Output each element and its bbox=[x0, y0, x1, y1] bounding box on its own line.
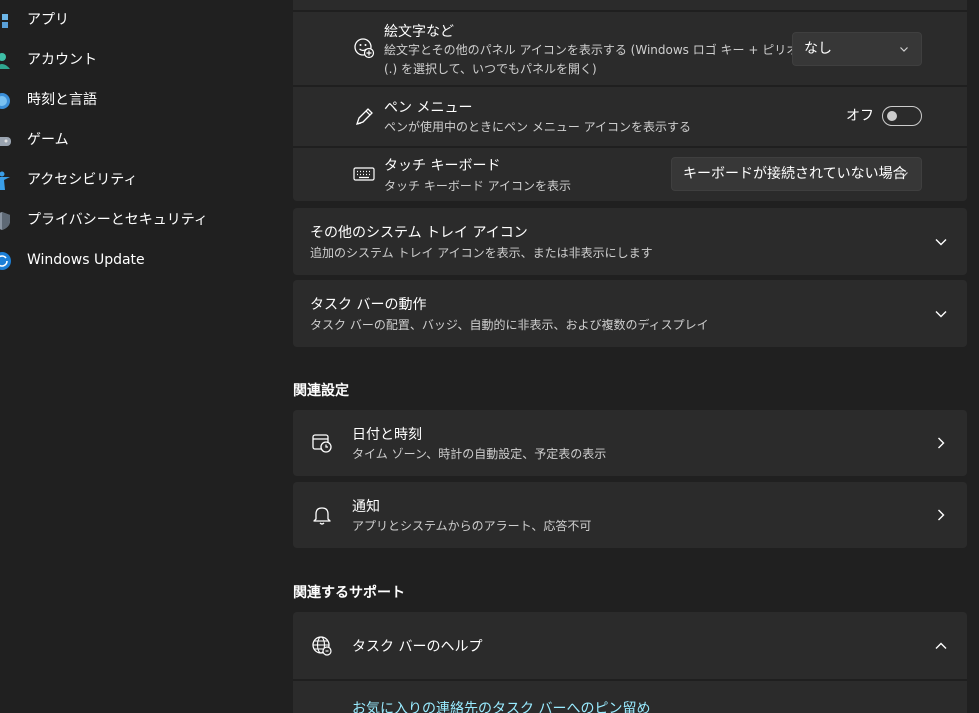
shield-icon bbox=[0, 212, 10, 230]
sidebar-item-label: アカウント bbox=[27, 52, 97, 68]
pen-icon bbox=[355, 108, 373, 126]
chevron-down-icon[interactable] bbox=[934, 235, 948, 249]
taskbar-behaviors-card[interactable]: タスク バーの動作 タスク バーの配置、バッジ、自動的に非表示、および複数のディ… bbox=[293, 280, 967, 347]
settings-window: アプリ アカウント 時刻と言語 ゲーム アクセシビリティ プライバシーとセキュリ… bbox=[0, 0, 979, 713]
sidebar-item-label: Windows Update bbox=[27, 252, 145, 268]
globe-icon bbox=[312, 636, 332, 656]
notifications-link-card[interactable]: 通知 アプリとシステムからのアラート、応答不可 bbox=[293, 482, 967, 548]
date-time-link-card[interactable]: 日付と時刻 タイム ゾーン、時計の自動設定、予定表の表示 bbox=[293, 410, 967, 476]
emoji-dropdown-value: なし bbox=[804, 41, 832, 57]
expanded-panel-top bbox=[293, 0, 967, 10]
date-time-desc: タイム ゾーン、時計の自動設定、予定表の表示 bbox=[352, 447, 607, 461]
other-tray-icons-card[interactable]: その他のシステム トレイ アイコン 追加のシステム トレイ アイコンを表示、また… bbox=[293, 208, 967, 275]
chevron-down-icon[interactable] bbox=[934, 307, 948, 321]
windows-update-icon bbox=[0, 252, 11, 270]
taskbar-behavior-desc: タスク バーの配置、バッジ、自動的に非表示、および複数のディスプレイ bbox=[310, 318, 709, 332]
chevron-right-icon bbox=[938, 509, 945, 521]
pen-menu-title: ペン メニュー bbox=[384, 100, 473, 116]
gaming-icon bbox=[0, 137, 11, 146]
chevron-up-icon[interactable] bbox=[934, 639, 948, 653]
sidebar-item-label: プライバシーとセキュリティ bbox=[27, 212, 208, 228]
accessibility-icon bbox=[0, 171, 10, 190]
apps-icon bbox=[2, 14, 8, 28]
touch-keyboard-desc: タッチ キーボード アイコンを表示 bbox=[384, 179, 572, 193]
sidebar-item-label: アクセシビリティ bbox=[27, 172, 138, 188]
sidebar-item-label: アプリ bbox=[27, 12, 69, 28]
sidebar-item-windows-update[interactable]: Windows Update bbox=[0, 242, 280, 278]
keyboard-icon bbox=[353, 167, 375, 181]
related-settings-heading: 関連設定 bbox=[293, 383, 349, 399]
touch-keyboard-setting-row: タッチ キーボード タッチ キーボード アイコンを表示 キーボードが接続されてい… bbox=[293, 148, 967, 201]
sidebar-item-accessibility[interactable]: アクセシビリティ bbox=[0, 162, 280, 198]
notifications-title: 通知 bbox=[352, 499, 380, 515]
taskbar-help-expander[interactable]: タスク バーのヘルプ bbox=[293, 612, 967, 679]
sidebar: アプリ アカウント 時刻と言語 ゲーム アクセシビリティ プライバシーとセキュリ… bbox=[0, 0, 285, 713]
pin-contacts-help-link[interactable]: お気に入りの連絡先のタスク バーへのピン留め bbox=[352, 700, 650, 713]
pen-menu-desc: ペンが使用中のときにペン メニュー アイコンを表示する bbox=[384, 120, 692, 134]
pen-menu-toggle-label: オフ bbox=[846, 108, 874, 124]
pen-menu-toggle[interactable] bbox=[882, 106, 922, 126]
emoji-desc-line2: (.) を選択して、いつでもパネルを開く) bbox=[384, 62, 597, 76]
sidebar-item-privacy-security[interactable]: プライバシーとセキュリティ bbox=[0, 202, 280, 238]
other-tray-title: その他のシステム トレイ アイコン bbox=[310, 225, 528, 241]
calendar-clock-icon bbox=[312, 434, 332, 453]
related-support-heading: 関連するサポート bbox=[293, 585, 405, 601]
emoji-title: 絵文字など bbox=[384, 24, 454, 40]
chevron-down-icon bbox=[900, 172, 908, 177]
touch-keyboard-title: タッチ キーボード bbox=[384, 158, 501, 174]
time-language-icon bbox=[0, 93, 10, 109]
sidebar-item-apps[interactable]: アプリ bbox=[0, 2, 280, 38]
other-tray-desc: 追加のシステム トレイ アイコンを表示、または非表示にします bbox=[310, 246, 653, 260]
touch-keyboard-dropdown-value: キーボードが接続されていない場合 bbox=[683, 166, 907, 182]
bell-icon bbox=[313, 507, 331, 525]
chevron-down-icon bbox=[900, 47, 908, 52]
date-time-title: 日付と時刻 bbox=[352, 427, 422, 443]
sidebar-item-gaming[interactable]: ゲーム bbox=[0, 122, 280, 158]
taskbar-behavior-title: タスク バーの動作 bbox=[310, 297, 427, 313]
toggle-knob bbox=[887, 111, 897, 121]
taskbar-help-title: タスク バーのヘルプ bbox=[352, 639, 483, 655]
sidebar-item-time-language[interactable]: 時刻と言語 bbox=[0, 82, 280, 118]
taskbar-help-content: お気に入りの連絡先のタスク バーへのピン留め bbox=[293, 681, 967, 713]
emoji-icon bbox=[354, 38, 375, 59]
pen-menu-setting-row: ペン メニュー ペンが使用中のときにペン メニュー アイコンを表示する オフ bbox=[293, 87, 967, 146]
chevron-right-icon bbox=[938, 437, 945, 449]
sidebar-item-label: ゲーム bbox=[27, 132, 69, 148]
sidebar-item-accounts[interactable]: アカウント bbox=[0, 42, 280, 78]
account-icon bbox=[0, 53, 10, 69]
emoji-setting-row: 絵文字など 絵文字とその他のパネル アイコンを表示する (Windows ロゴ … bbox=[293, 12, 967, 85]
touch-keyboard-dropdown[interactable]: キーボードが接続されていない場合 bbox=[671, 157, 922, 191]
notifications-desc: アプリとシステムからのアラート、応答不可 bbox=[352, 519, 592, 533]
sidebar-item-label: 時刻と言語 bbox=[27, 92, 97, 108]
emoji-dropdown[interactable]: なし bbox=[792, 32, 922, 66]
emoji-desc-line1: 絵文字とその他のパネル アイコンを表示する (Windows ロゴ キー + ピ… bbox=[384, 43, 811, 57]
